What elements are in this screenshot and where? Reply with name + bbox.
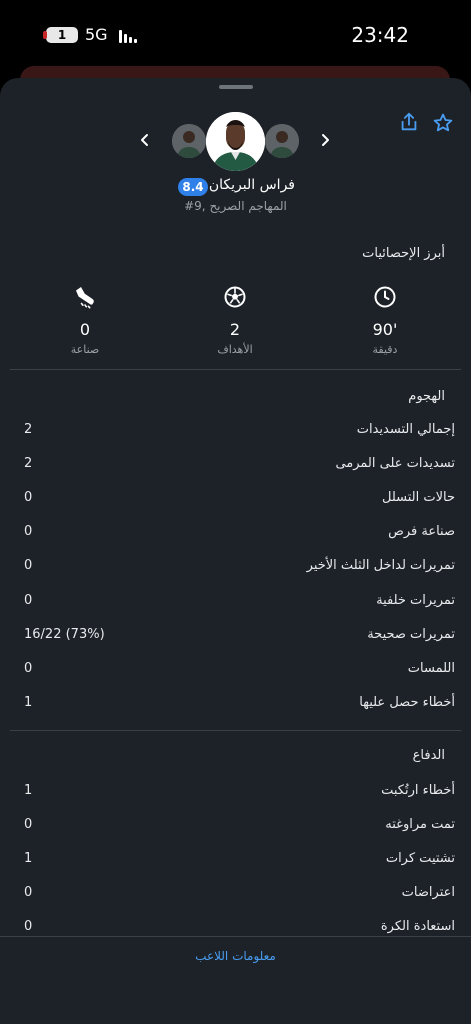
stat-row: 0 اعتراضات <box>24 885 455 905</box>
stat-row-value: 0 <box>24 524 33 539</box>
stat-row-value: 0 <box>24 817 33 832</box>
stat-row-label: حالات التسلل <box>381 490 455 505</box>
stat-value: 2 <box>229 320 241 339</box>
previous-player-avatar[interactable] <box>172 124 206 158</box>
stat-row: 1 أخطاء حصل عليها <box>24 695 455 715</box>
stat-row-label: اللمسات <box>407 661 455 676</box>
stat-row: 0 حالات التسلل <box>24 490 455 510</box>
stat-row: 16/22 (73%) تمريرات صحيحة <box>24 627 455 647</box>
stat-row-value: 1 <box>24 783 33 798</box>
stat-row-label: تسديدات على المرمى <box>335 456 455 471</box>
stat-row-value: 2 <box>24 422 33 437</box>
stat-label: صناعة <box>70 343 100 356</box>
star-outline-icon[interactable] <box>432 112 454 134</box>
stat-row-value: 16/22 (73%) <box>24 627 105 642</box>
stat-row: 1 أخطاء ارتُكبت <box>24 783 455 803</box>
stat-row-value: 0 <box>24 593 33 608</box>
rating-badge: 8.4 <box>178 178 208 196</box>
stat-value: 90' <box>372 320 398 339</box>
stat-row: 2 تسديدات على المرمى <box>24 456 455 476</box>
chevron-left-icon[interactable] <box>136 130 154 150</box>
stat-row-label: تمريرات صحيحة <box>367 627 455 642</box>
stat-row-label: تمريرات خلفية <box>376 593 455 608</box>
stat-row-label: تشتيت كرات <box>385 851 455 866</box>
stat-value: 0 <box>79 320 91 339</box>
stat-row-label: تمت مراوغته <box>385 817 455 832</box>
highlights-title: أبرز الإحصائيات <box>362 246 445 261</box>
stat-row-label: تمريرات لداخل الثلث الأخير <box>306 558 455 573</box>
stat-row-value: 1 <box>24 695 33 710</box>
stat-row: 0 تمت مراوغته <box>24 817 455 837</box>
stat-row-label: صناعة فرص <box>388 524 455 539</box>
stat-row-value: 0 <box>24 558 33 573</box>
stat-row: 0 تمريرات لداخل الثلث الأخير <box>24 558 455 578</box>
stat-row-label: أخطاء حصل عليها <box>359 695 455 710</box>
stat-minutes: 90' دقيقة <box>340 284 430 356</box>
section-divider <box>10 369 461 370</box>
network-type: 5G <box>85 25 108 44</box>
boot-icon <box>40 284 130 310</box>
clock-icon <box>340 284 430 310</box>
stat-row-value: 0 <box>24 885 33 900</box>
stat-label: الأهداف <box>217 343 253 356</box>
drag-handle[interactable] <box>219 85 253 89</box>
stat-row-value: 1 <box>24 851 33 866</box>
stat-row: 0 صناعة فرص <box>24 524 455 544</box>
signal-icon <box>119 29 139 43</box>
player-stats-sheet: 8.4 فراس البريكان #9, المهاجم الصريح أبر… <box>0 78 471 1024</box>
status-bar: 1 5G 23:42 <box>0 0 471 70</box>
stat-row-label: استعادة الكرة <box>380 919 455 934</box>
player-info-link[interactable]: معلومات اللاعب <box>0 949 471 963</box>
stat-goals: 2 الأهداف <box>190 284 280 356</box>
stat-row-value: 0 <box>24 490 33 505</box>
bottom-bar: معلومات اللاعب <box>0 936 471 1024</box>
stat-row-label: إجمالي التسديدات <box>356 422 455 437</box>
stat-row-label: أخطاء ارتُكبت <box>381 783 455 798</box>
player-name: فراس البريكان <box>208 177 295 193</box>
stat-row-value: 0 <box>24 661 33 676</box>
stat-row: 1 تشتيت كرات <box>24 851 455 871</box>
share-icon[interactable] <box>398 111 420 133</box>
player-position: #9, المهاجم الصريح <box>184 199 287 213</box>
stat-row-value: 2 <box>24 456 33 471</box>
stat-row-value: 0 <box>24 919 33 934</box>
stat-row: 0 تمريرات خلفية <box>24 593 455 613</box>
sim-accent <box>43 31 47 39</box>
sim-indicator: 1 <box>43 27 78 43</box>
stat-row-label: اعتراضات <box>401 885 455 900</box>
stat-row: 0 اللمسات <box>24 661 455 681</box>
stat-assists: 0 صناعة <box>40 284 130 356</box>
next-player-avatar[interactable] <box>265 124 299 158</box>
football-icon <box>190 284 280 310</box>
section-divider <box>10 730 461 731</box>
stat-row: 2 إجمالي التسديدات <box>24 422 455 442</box>
sim-number: 1 <box>57 28 67 42</box>
attack-title: الهجوم <box>408 389 445 404</box>
status-time: 23:42 <box>351 23 409 47</box>
chevron-right-icon[interactable] <box>316 130 334 150</box>
stat-label: دقيقة <box>372 343 398 356</box>
defense-title: الدفاع <box>412 748 445 763</box>
player-avatar <box>206 112 265 171</box>
